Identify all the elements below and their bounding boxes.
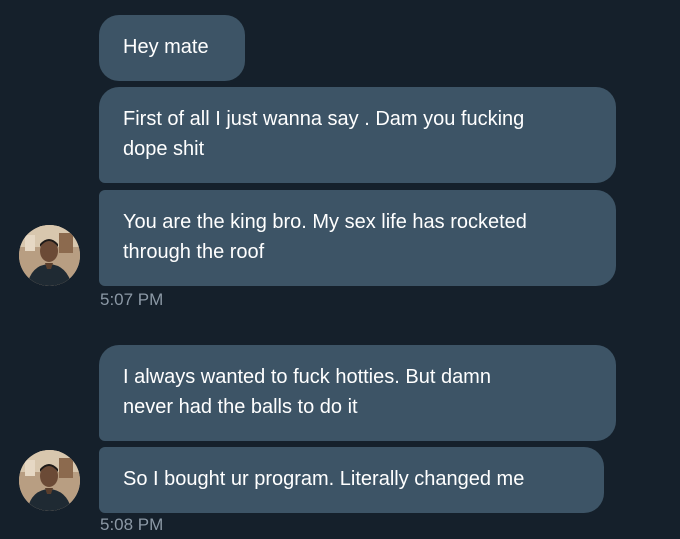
message-timestamp: 5:07 PM	[100, 290, 164, 309]
message-bubble[interactable]: I always wanted to fuck hotties. But dam…	[99, 345, 616, 441]
message-bubble[interactable]: So I bought ur program. Literally change…	[99, 447, 604, 513]
message-bubble[interactable]: Hey mate	[99, 15, 245, 81]
sender-avatar[interactable]	[19, 225, 80, 286]
message-timestamp: 5:08 PM	[100, 515, 164, 534]
sender-avatar[interactable]	[19, 450, 80, 511]
avatar-photo-icon	[19, 450, 80, 511]
message-bubble[interactable]: First of all I just wanna say . Dam you …	[99, 87, 616, 183]
message-bubble[interactable]: You are the king bro. My sex life has ro…	[99, 190, 616, 286]
avatar-photo-icon	[19, 225, 80, 286]
